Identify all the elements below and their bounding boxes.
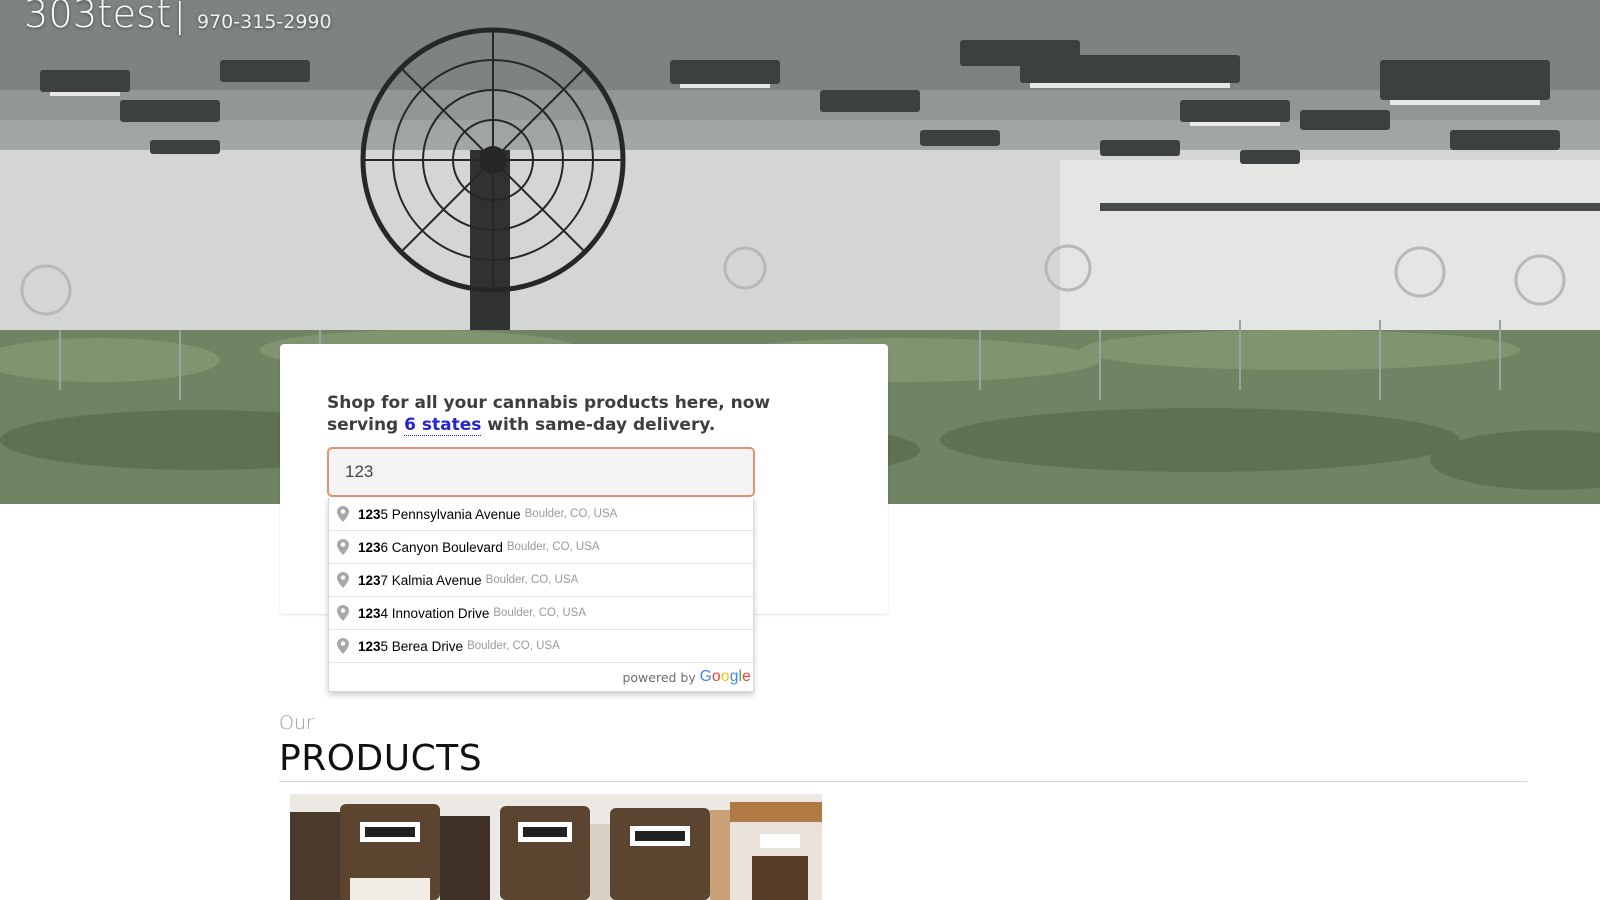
section-divider [279, 781, 1527, 782]
suggestion-match: 123 [358, 506, 381, 522]
powered-by-label: powered by [622, 669, 696, 685]
map-pin-icon [337, 605, 349, 621]
google-letter: G [699, 668, 713, 685]
address-search-input[interactable] [327, 447, 755, 497]
autocomplete-suggestion[interactable]: 123 5 Pennsylvania Avenue Boulder, CO, USA [329, 498, 753, 531]
google-letter: e [742, 668, 751, 685]
suggestion-match: 123 [358, 605, 381, 621]
products-heading: PRODUCTS [279, 738, 483, 779]
header-phone[interactable]: 970-315-2990 [197, 11, 332, 33]
header-separator: | [174, 0, 186, 36]
suggestion-main: 5 Berea Drive [380, 638, 464, 654]
map-pin-icon [337, 506, 349, 522]
suggestion-match: 123 [358, 539, 381, 555]
suggestion-main: 5 Pennsylvania Avenue [380, 506, 521, 522]
site-brand[interactable]: 303test [24, 0, 172, 36]
product-image[interactable] [290, 794, 822, 900]
autocomplete-suggestion[interactable]: 123 6 Canyon Boulevard Boulder, CO, USA [329, 531, 753, 564]
map-pin-icon [337, 572, 349, 588]
suggestion-secondary: Boulder, CO, USA [485, 574, 579, 586]
suggestion-main: 6 Canyon Boulevard [380, 539, 503, 555]
powered-by-google: powered by Google [329, 663, 753, 691]
autocomplete-suggestion[interactable]: 123 7 Kalmia Avenue Boulder, CO, USA [329, 564, 753, 597]
google-letter: o [720, 668, 730, 685]
google-letter: g [729, 668, 739, 685]
product-photo [290, 794, 822, 900]
autocomplete-suggestion[interactable]: 123 4 Innovation Drive Boulder, CO, USA [329, 597, 753, 630]
products-kicker: Our [279, 712, 314, 734]
suggestion-match: 123 [358, 638, 381, 654]
states-link[interactable]: 6 states [404, 415, 482, 436]
suggestion-secondary: Boulder, CO, USA [524, 508, 618, 520]
suggestion-secondary: Boulder, CO, USA [506, 541, 600, 553]
address-autocomplete-dropdown: 123 5 Pennsylvania Avenue Boulder, CO, USA… [328, 498, 754, 692]
suggestion-secondary: Boulder, CO, USA [493, 607, 587, 619]
tagline: Shop for all your cannabis products here… [327, 392, 827, 436]
suggestion-secondary: Boulder, CO, USA [467, 640, 560, 652]
tagline-text-after: with same-day delivery. [481, 415, 716, 435]
map-pin-icon [337, 638, 349, 654]
suggestion-match: 123 [358, 572, 381, 588]
map-pin-icon [337, 539, 349, 555]
google-letter: o [712, 668, 721, 685]
suggestion-main: 7 Kalmia Avenue [380, 572, 482, 588]
google-logo: Google [700, 668, 751, 686]
suggestion-main: 4 Innovation Drive [380, 605, 490, 621]
autocomplete-suggestion[interactable]: 123 5 Berea Drive Boulder, CO, USA [329, 630, 753, 663]
